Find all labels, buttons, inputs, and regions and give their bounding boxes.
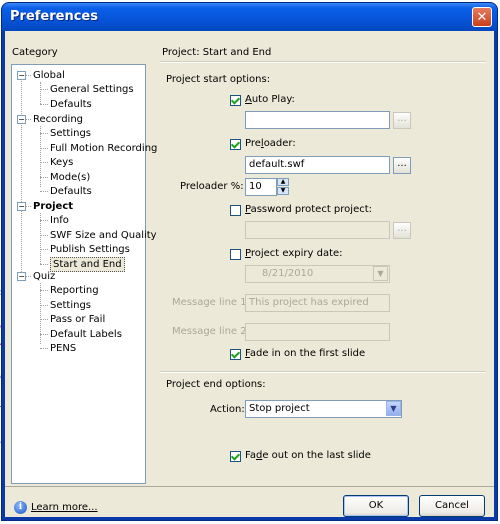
expiry-date-checkbox[interactable] xyxy=(230,249,241,260)
tree-item-reporting[interactable]: Reporting xyxy=(50,284,99,297)
preloader-percent-input[interactable]: 10 xyxy=(245,178,277,196)
auto-play-input[interactable] xyxy=(245,111,390,129)
password-input[interactable] xyxy=(245,221,390,239)
page-title: Project: Start and End xyxy=(162,47,272,58)
tree-item-info[interactable]: Info xyxy=(50,214,69,227)
category-label: Category xyxy=(12,47,58,58)
auto-play-browse-button[interactable]: ... xyxy=(393,112,411,129)
auto-play-label[interactable]: Auto Play: xyxy=(245,94,295,105)
preloader-input[interactable]: default.swf xyxy=(245,156,390,174)
title-bar[interactable]: Preferences ✕ xyxy=(2,3,497,31)
window-title: Preferences xyxy=(10,9,98,24)
learn-more-link[interactable]: Learn more... xyxy=(31,502,98,513)
collapse-icon[interactable]: − xyxy=(17,202,26,211)
tree-item-recording-defaults[interactable]: Defaults xyxy=(50,185,92,198)
password-browse-button[interactable]: ... xyxy=(393,222,411,239)
fade-in-label[interactable]: Fade in on the first slide xyxy=(245,348,365,359)
chevron-down-icon[interactable]: ▼ xyxy=(386,401,401,416)
password-protect-checkbox[interactable] xyxy=(230,205,241,216)
dialog-body: Category − Global General Settings Defau… xyxy=(5,31,494,517)
tree-item-keys[interactable]: Keys xyxy=(50,156,73,169)
preloader-label[interactable]: Preloader: xyxy=(245,138,296,149)
tree-item-quiz-settings[interactable]: Settings xyxy=(50,299,91,312)
group-separator xyxy=(160,371,486,373)
tree-group-quiz[interactable]: Quiz xyxy=(33,270,55,283)
info-icon: i xyxy=(14,501,27,514)
start-options-label: Project start options: xyxy=(166,74,271,85)
tree-item-full-motion-recording[interactable]: Full Motion Recording xyxy=(50,142,157,155)
preloader-percent-label: Preloader %: xyxy=(180,181,244,192)
tree-item-pens[interactable]: PENS xyxy=(50,342,76,355)
expiry-date-picker[interactable]: 8/21/2010 xyxy=(245,265,390,283)
footer-separator xyxy=(5,486,494,487)
tree-group-project[interactable]: Project xyxy=(33,200,73,213)
ok-button[interactable]: OK xyxy=(343,495,409,517)
auto-play-checkbox[interactable] xyxy=(230,95,241,106)
tree-item-swf-size-quality[interactable]: SWF Size and Quality xyxy=(50,229,157,242)
collapse-icon[interactable]: − xyxy=(17,71,26,80)
message-line-2-input[interactable] xyxy=(245,323,390,341)
message-line-1-input[interactable]: This project has expired xyxy=(245,294,390,312)
group-separator xyxy=(160,61,486,63)
tree-item-pass-or-fail[interactable]: Pass or Fail xyxy=(50,313,105,326)
spin-up-icon[interactable]: ▲ xyxy=(277,178,289,186)
tree-item-general-settings[interactable]: General Settings xyxy=(50,83,134,96)
close-icon[interactable]: ✕ xyxy=(472,7,492,27)
fade-out-checkbox[interactable] xyxy=(230,451,241,462)
collapse-icon[interactable]: − xyxy=(17,115,26,124)
tree-item-global-defaults[interactable]: Defaults xyxy=(50,98,92,111)
password-protect-label[interactable]: Password protect project: xyxy=(245,204,372,215)
action-label: Action: xyxy=(210,404,245,415)
category-tree[interactable]: − Global General Settings Defaults − Rec… xyxy=(11,64,157,484)
cancel-button[interactable]: Cancel xyxy=(419,495,485,517)
spin-down-icon[interactable]: ▼ xyxy=(277,187,289,195)
preloader-checkbox[interactable] xyxy=(230,139,241,150)
collapse-icon[interactable]: − xyxy=(17,272,26,281)
message-line-2-label: Message line 2: xyxy=(172,326,250,337)
fade-in-checkbox[interactable] xyxy=(230,349,241,360)
preferences-dialog: Preferences ✕ Category − Global General … xyxy=(2,3,497,520)
fade-out-label[interactable]: Fade out on the last slide xyxy=(245,450,371,461)
tree-item-recording-settings[interactable]: Settings xyxy=(50,127,91,140)
message-line-1-label: Message line 1: xyxy=(172,297,250,308)
expiry-date-label[interactable]: Project expiry date: xyxy=(245,248,343,259)
end-options-label: Project end options: xyxy=(166,379,266,390)
chevron-down-icon[interactable]: ▼ xyxy=(373,266,388,281)
tree-item-start-and-end[interactable]: Start and End xyxy=(50,257,125,272)
action-dropdown[interactable]: Stop project xyxy=(245,400,402,418)
tree-group-recording[interactable]: Recording xyxy=(33,113,83,126)
preloader-browse-button[interactable]: ... xyxy=(393,157,411,174)
tree-group-global[interactable]: Global xyxy=(33,69,65,82)
tree-item-modes[interactable]: Mode(s) xyxy=(50,171,90,184)
tree-item-default-labels[interactable]: Default Labels xyxy=(50,328,122,341)
tree-item-publish-settings[interactable]: Publish Settings xyxy=(50,243,130,256)
